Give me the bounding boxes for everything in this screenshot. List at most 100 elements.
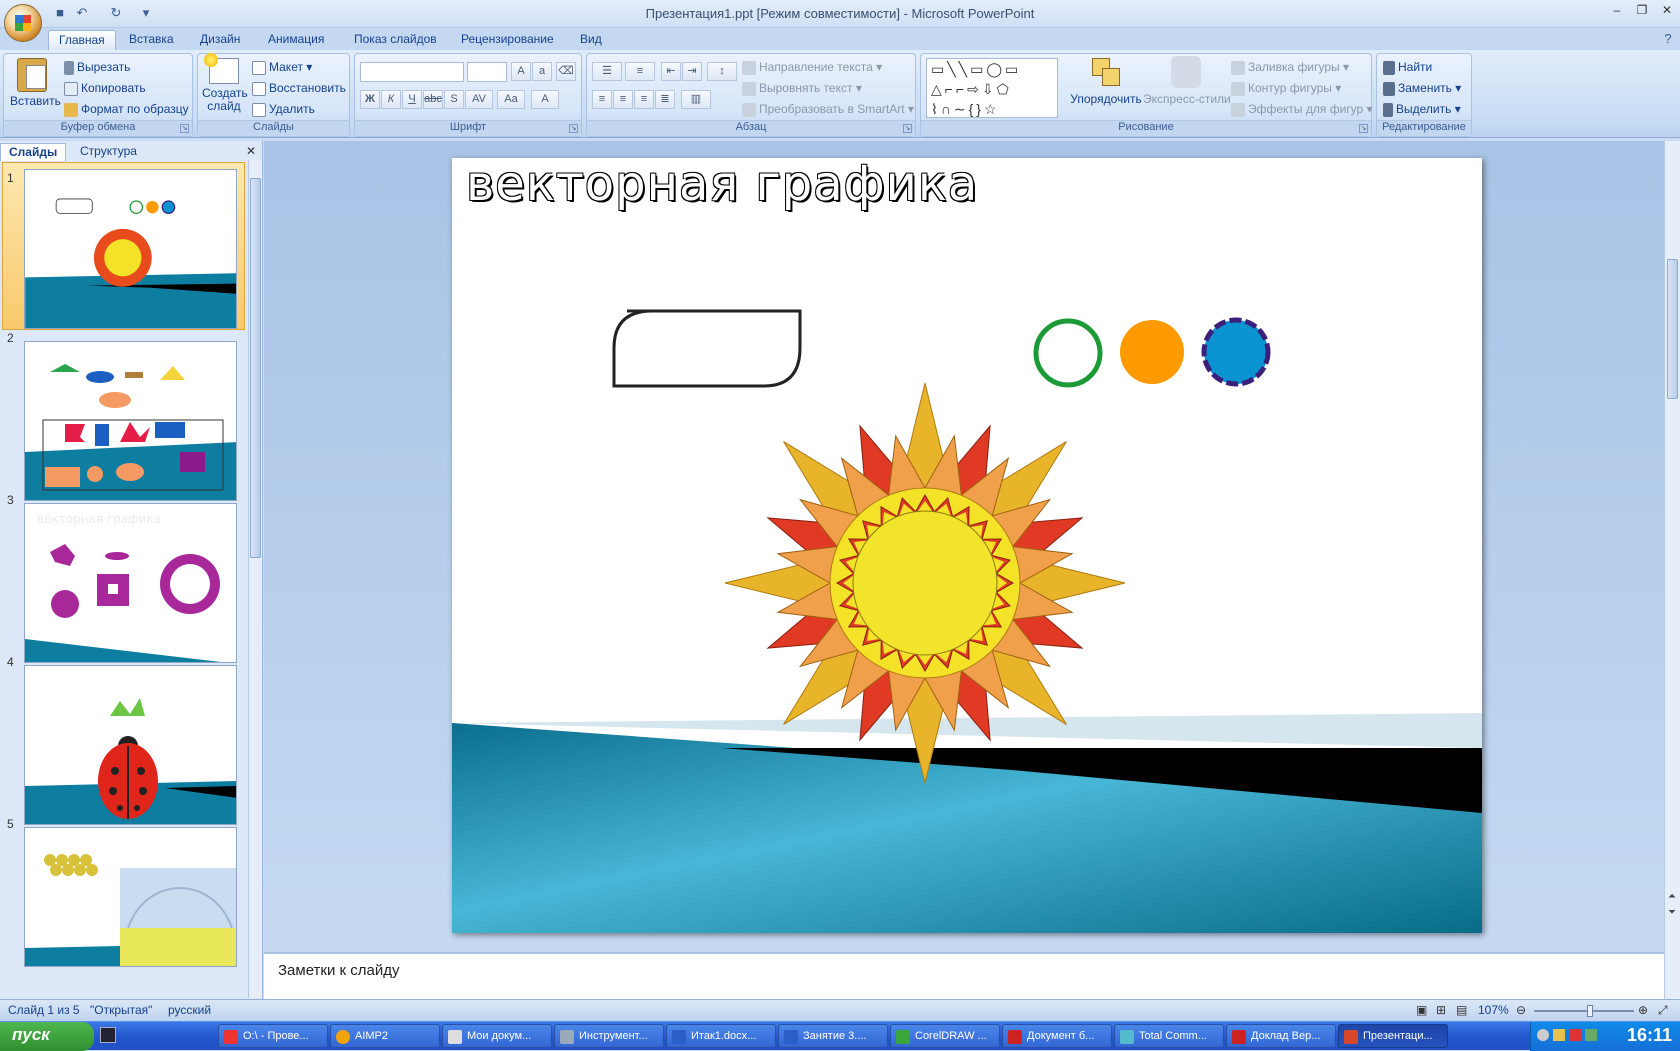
slide-thumbnail-5[interactable]: [24, 827, 237, 967]
zoom-out-icon[interactable]: ⊖: [1516, 1003, 1526, 1017]
close-panel-icon[interactable]: ✕: [246, 144, 256, 158]
next-slide-icon[interactable]: ⏷: [1668, 907, 1676, 918]
format-painter-button[interactable]: Формат по образцу: [64, 102, 189, 117]
zoom-in-icon[interactable]: ⊕: [1638, 1003, 1648, 1017]
shape-effects-button[interactable]: Эффекты для фигур ▾: [1231, 102, 1373, 117]
paste-button[interactable]: Вставить: [10, 58, 61, 108]
find-button[interactable]: Найти: [1383, 60, 1432, 75]
prev-slide-icon[interactable]: ⏶: [1668, 891, 1676, 902]
font-color-icon[interactable]: A: [531, 90, 559, 109]
undo-icon[interactable]: ↶: [74, 5, 90, 21]
sorter-view-icon[interactable]: ⊞: [1436, 1003, 1446, 1017]
tab-view[interactable]: Вид: [570, 30, 612, 50]
font-size-combo[interactable]: [467, 62, 507, 82]
align-left-icon[interactable]: ≡: [592, 90, 612, 109]
shape-outline-button[interactable]: Контур фигуры ▾: [1231, 81, 1341, 96]
tray-icon[interactable]: [1569, 1029, 1581, 1041]
blue-circle-shape[interactable]: [1201, 317, 1271, 387]
line-spacing-icon[interactable]: ↕: [707, 62, 737, 81]
shapes-gallery[interactable]: ▭╲╲▭◯▭ △⌐⌐⇨⇩⬠ ⌇∩∼{}☆: [926, 58, 1058, 118]
close-button[interactable]: ✕: [1655, 3, 1679, 21]
replace-button[interactable]: Заменить ▾: [1383, 81, 1461, 96]
minimize-button[interactable]: –: [1605, 3, 1629, 21]
sun-shape[interactable]: [724, 382, 1126, 784]
tray-icon[interactable]: [1537, 1029, 1549, 1041]
taskbar-item-report[interactable]: Доклад Вер...: [1226, 1024, 1336, 1048]
shape-fill-button[interactable]: Заливка фигуры ▾: [1231, 60, 1349, 75]
shrink-font-icon[interactable]: a: [532, 62, 552, 81]
strike-icon[interactable]: аbc: [423, 90, 443, 109]
slide-thumbnail-3[interactable]: векторная графика: [24, 503, 237, 663]
tab-slides[interactable]: Слайды: [0, 143, 67, 161]
customize-toolbar-icon[interactable]: ▾: [138, 5, 154, 21]
tab-design[interactable]: Дизайн: [190, 30, 250, 50]
language[interactable]: русский: [168, 1003, 211, 1017]
select-button[interactable]: Выделить ▾: [1383, 102, 1461, 117]
font-name-combo[interactable]: [360, 62, 464, 82]
slide-scrollbar-thumb[interactable]: [1667, 259, 1678, 399]
quick-styles-button[interactable]: Экспресс-стили: [1143, 56, 1231, 106]
delete-slide-button[interactable]: Удалить: [252, 102, 315, 117]
taskbar-item-document[interactable]: Документ б...: [1002, 1024, 1112, 1048]
taskbar-item-documents[interactable]: Мои докум...: [442, 1024, 552, 1048]
increase-indent-icon[interactable]: ⇥: [682, 62, 702, 81]
tab-slideshow[interactable]: Показ слайдов: [344, 30, 447, 50]
rounded-rect-shape[interactable]: [612, 309, 802, 388]
italic-icon[interactable]: К: [381, 90, 401, 109]
tab-home[interactable]: Главная: [48, 30, 116, 50]
tab-insert[interactable]: Вставка: [119, 30, 184, 50]
align-text-button[interactable]: Выровнять текст ▾: [742, 81, 862, 96]
notes-pane[interactable]: Заметки к слайду: [264, 952, 1664, 999]
underline-icon[interactable]: Ч: [402, 90, 422, 109]
green-ring-shape[interactable]: [1033, 318, 1103, 388]
taskbar-item-word[interactable]: Итак1.docx...: [666, 1024, 776, 1048]
align-center-icon[interactable]: ≡: [613, 90, 633, 109]
taskbar-item-lesson[interactable]: Занятие 3....: [778, 1024, 888, 1048]
slide-canvas[interactable]: векторная графика: [452, 158, 1482, 933]
spacing-icon[interactable]: AV: [465, 90, 493, 109]
clear-format-icon[interactable]: ⌫: [556, 62, 576, 81]
scrollbar-thumb[interactable]: [250, 178, 261, 558]
zoom-level[interactable]: 107%: [1478, 1003, 1509, 1017]
show-desktop-icon[interactable]: [100, 1027, 116, 1043]
justify-icon[interactable]: ≣: [655, 90, 675, 109]
tab-outline[interactable]: Структура: [72, 143, 145, 161]
office-button[interactable]: [4, 4, 42, 42]
clipboard-launcher-icon[interactable]: ↘: [180, 124, 189, 133]
slideshow-view-icon[interactable]: ▤: [1456, 1003, 1467, 1017]
new-slide-button[interactable]: Создать слайд: [202, 53, 248, 113]
decrease-indent-icon[interactable]: ⇤: [661, 62, 681, 81]
normal-view-icon[interactable]: ▣: [1416, 1003, 1427, 1017]
save-icon[interactable]: ■: [52, 5, 68, 21]
taskbar-item-totalcmd[interactable]: Total Comm...: [1114, 1024, 1224, 1048]
numbering-icon[interactable]: ≡: [625, 62, 655, 81]
slide-thumbnail-4[interactable]: [24, 665, 237, 825]
tray-icon[interactable]: [1553, 1029, 1565, 1041]
tab-review[interactable]: Рецензирование: [451, 30, 564, 50]
align-right-icon[interactable]: ≡: [634, 90, 654, 109]
redo-icon[interactable]: ↻: [108, 5, 124, 21]
smartart-button[interactable]: Преобразовать в SmartArt ▾: [742, 102, 914, 117]
reset-button[interactable]: Восстановить: [252, 81, 346, 96]
drawing-launcher-icon[interactable]: ↘: [1359, 124, 1368, 133]
bullets-icon[interactable]: ☰: [592, 62, 622, 81]
slide-scrollbar[interactable]: ⏶ ⏷: [1664, 141, 1680, 999]
case-icon[interactable]: Aa: [497, 90, 525, 109]
taskbar-item-aimp[interactable]: AIMP2: [330, 1024, 440, 1048]
slide-thumbnail-1[interactable]: [24, 169, 237, 329]
slide-thumbnail-2[interactable]: [24, 341, 237, 501]
taskbar-item-powerpoint[interactable]: Презентаци...: [1338, 1024, 1448, 1048]
start-button[interactable]: пуск: [0, 1022, 94, 1051]
zoom-slider[interactable]: [1534, 1005, 1634, 1017]
text-direction-button[interactable]: Направление текста ▾: [742, 60, 882, 75]
taskbar-item-tools[interactable]: Инструмент...: [554, 1024, 664, 1048]
shadow-icon[interactable]: S: [444, 90, 464, 109]
layout-button[interactable]: Макет ▾: [252, 60, 312, 75]
taskbar-item-coreldraw[interactable]: CorelDRAW ...: [890, 1024, 1000, 1048]
thumbnails-scrollbar[interactable]: [248, 160, 262, 998]
orange-circle-shape[interactable]: [1120, 320, 1184, 384]
taskbar-item-explorer[interactable]: O:\ - Прове...: [218, 1024, 328, 1048]
copy-button[interactable]: Копировать: [64, 81, 146, 96]
grow-font-icon[interactable]: A: [511, 62, 531, 81]
help-icon[interactable]: ?: [1660, 31, 1676, 47]
